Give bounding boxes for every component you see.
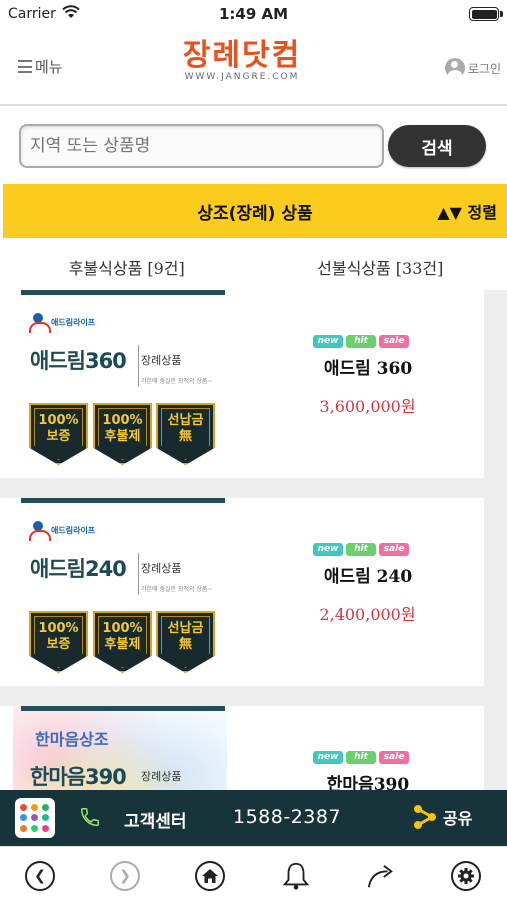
login-button[interactable]: 로그인 (444, 58, 501, 78)
logo-text: 장례닷컴 (182, 38, 302, 73)
image-product-name: 한마음390 (30, 765, 127, 789)
phone-icon[interactable] (79, 806, 101, 828)
no-deposit-badge: 선납금 無 (156, 611, 215, 673)
back-button[interactable]: ❮ (25, 861, 55, 891)
search-input[interactable] (19, 124, 384, 168)
product-price: 3,600,000원 (319, 397, 416, 416)
brand-mark-icon (29, 521, 51, 541)
new-tag: new (313, 335, 343, 348)
image-product-desc: 기본에 충실한 최적의 상품~ (141, 378, 213, 385)
bell-icon[interactable] (281, 861, 311, 891)
brand-logo: 애드림라이프 (29, 521, 96, 541)
home-button[interactable] (195, 861, 225, 891)
clock: 1:49 AM (218, 5, 289, 23)
sale-tag: sale (379, 751, 409, 764)
category-title: 상조(장례) 상품 (197, 204, 313, 224)
share-arrow-icon[interactable] (366, 861, 396, 891)
product-list: 애드림라이프 애드림360 장례상품 기본에 충실한 최적의 상품~ 100% 보… (0, 290, 507, 790)
login-label: 로그인 (467, 61, 501, 76)
product-name[interactable]: 애드림 240 (313, 562, 423, 587)
settings-button[interactable] (451, 861, 481, 891)
sale-tag: sale (379, 335, 409, 348)
menu-button[interactable]: 메뉴 (18, 56, 63, 77)
image-product-name: 애드림240 (30, 557, 127, 581)
product-image[interactable]: 한마음상조 한마음390 장례상품 (13, 706, 227, 790)
image-product-name: 애드림360 (30, 349, 127, 373)
image-product-type: 장례상품 (141, 354, 182, 367)
image-product-type: 장례상품 (141, 770, 182, 783)
search-button[interactable]: 검색 (388, 125, 486, 167)
site-logo[interactable]: 장례닷컴 WWW.JANGRE.COM (172, 38, 312, 82)
product-name[interactable]: 한마음390 (313, 770, 423, 790)
postpaid-badge: 100% 후불제 (93, 403, 152, 465)
apps-grid-icon[interactable] (15, 798, 55, 838)
product-image[interactable]: 애드림라이프 애드림240 장례상품 기본에 충실한 최적의 상품~ 100% 보… (13, 498, 227, 686)
menu-label: 메뉴 (35, 58, 63, 76)
brand-name: 애드림라이프 (51, 525, 96, 535)
tab-postpaid[interactable]: 후불식상품 [9건] (0, 238, 254, 290)
product-tabs: 후불식상품 [9건] 선불식상품 [33건] (0, 238, 507, 290)
app-header: 메뉴 장례닷컴 WWW.JANGRE.COM 로그인 (0, 30, 507, 106)
guarantee-badge: 100% 보증 (29, 611, 88, 673)
sort-button[interactable]: ▲▼ 정렬 (437, 199, 497, 223)
product-card[interactable]: 한마음상조 한마음390 장례상품 new hit sale 한마음390 (0, 706, 484, 790)
image-product-desc: 기본에 충실한 최적의 상품~ (141, 586, 213, 593)
phone-number[interactable]: 1588-2387 (233, 806, 341, 828)
product-tags: new hit sale (313, 543, 409, 556)
contact-bar: 고객센터 1588-2387 공유 (0, 790, 507, 846)
gear-icon (458, 868, 474, 884)
product-card[interactable]: 애드림라이프 애드림360 장례상품 기본에 충실한 최적의 상품~ 100% 보… (0, 290, 484, 478)
product-card[interactable]: 애드림라이프 애드림240 장례상품 기본에 충실한 최적의 상품~ 100% 보… (0, 498, 484, 686)
customer-center-label[interactable]: 고객센터 (124, 807, 187, 832)
logo-url: WWW.JANGRE.COM (184, 72, 300, 82)
battery-icon (469, 7, 503, 21)
image-product-type: 장례상품 (141, 562, 182, 575)
guarantee-badge: 100% 보증 (29, 403, 88, 465)
search-bar: 검색 (0, 122, 507, 172)
brand-mark-icon (29, 313, 51, 333)
share-label: 공유 (443, 809, 473, 828)
hamburger-icon (18, 60, 32, 73)
product-tags: new hit sale (313, 335, 409, 348)
home-icon (202, 869, 218, 883)
status-bar: Carrier 1:49 AM (0, 0, 507, 30)
new-tag: new (313, 751, 343, 764)
user-icon (444, 58, 465, 78)
hit-tag: hit (346, 543, 376, 556)
chevron-right-icon: ❯ (119, 868, 131, 884)
hit-tag: hit (346, 751, 376, 764)
share-button[interactable]: 공유 (413, 804, 472, 830)
product-tags: new hit sale (313, 751, 409, 764)
product-image[interactable]: 애드림라이프 애드림360 장례상품 기본에 충실한 최적의 상품~ 100% 보… (13, 290, 227, 478)
brand-name: 한마음상조 (35, 730, 109, 749)
no-deposit-badge: 선납금 無 (156, 403, 215, 465)
brand-name: 애드림라이프 (51, 317, 96, 327)
hit-tag: hit (346, 335, 376, 348)
new-tag: new (313, 543, 343, 556)
category-bar: 상조(장례) 상품 ▲▼ 정렬 (3, 184, 507, 238)
tab-prepaid[interactable]: 선불식상품 [33건] (254, 238, 507, 290)
forward-button[interactable]: ❯ (110, 861, 140, 891)
product-price: 2,400,000원 (319, 605, 416, 624)
product-name[interactable]: 애드림 360 (313, 354, 423, 379)
chevron-left-icon: ❮ (34, 868, 46, 884)
brand-logo: 애드림라이프 (29, 313, 96, 333)
sale-tag: sale (379, 543, 409, 556)
postpaid-badge: 100% 후불제 (93, 611, 152, 673)
browser-toolbar: ❮ ❯ (0, 846, 507, 900)
share-icon (414, 805, 436, 829)
